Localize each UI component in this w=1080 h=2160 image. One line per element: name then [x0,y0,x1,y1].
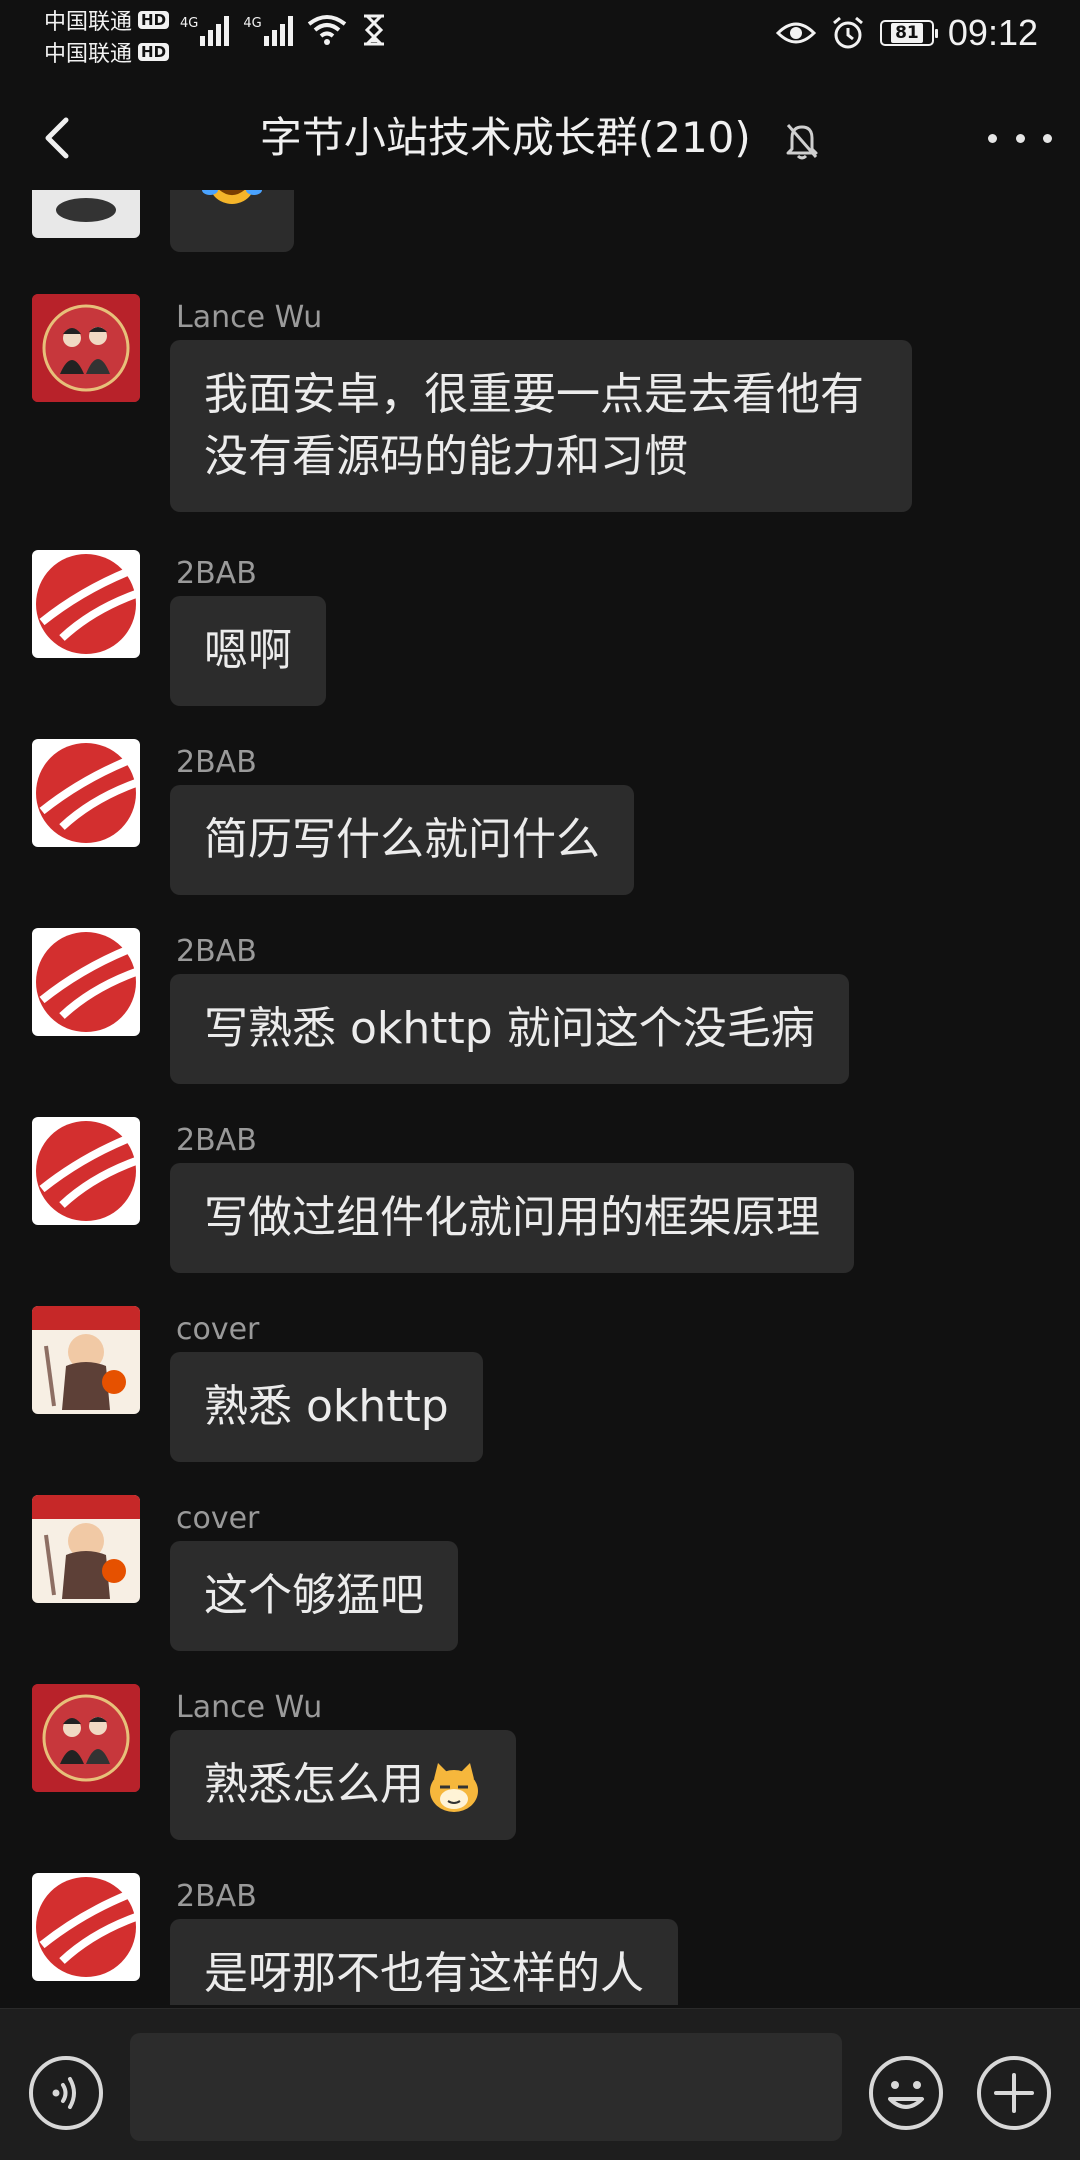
avatar-lance-wu[interactable] [32,294,140,402]
message-bubble-emoji[interactable] [170,190,294,252]
message-bubble[interactable]: 写熟悉 okhttp 就问这个没毛病 [170,974,849,1084]
signal-group: 4G 4G [180,14,387,46]
sender-name: cover [176,1312,260,1347]
more-options-button[interactable] [988,118,1052,158]
avatar-lance-wu[interactable] [32,1684,140,1792]
dot-icon [1043,133,1052,143]
status-bar: 中国联通 HD 中国联通 HD 4G 4G 81 09:12 [0,0,1080,70]
title-area: 字节小站技术成长群(210) [0,108,1080,168]
sly-cat-emoji-icon [430,1763,478,1812]
dot-icon [988,133,997,143]
message-text: 熟悉怎么用 [204,1759,424,1810]
message-bubble[interactable]: 写做过组件化就问用的框架原理 [170,1163,854,1273]
smiley-icon [869,2056,943,2130]
avatar-cover[interactable] [32,1306,140,1414]
sender-name: 2BAB [176,934,257,969]
message-list[interactable]: Lance Wu 我面安卓，很重要一点是去看他有没有看源码的能力和习惯 2BAB… [0,190,1080,2005]
status-right: 81 09:12 [775,12,1038,54]
carrier-line-2: 中国联通 HD [44,36,170,68]
dot-icon [1015,133,1025,143]
signal-icon-2: 4G [243,16,293,46]
sender-name: Lance Wu [176,300,323,335]
message-bubble[interactable]: 简历写什么就问什么 [170,785,634,895]
network-type-2: 4G [243,16,262,31]
voice-input-button[interactable] [28,2055,104,2131]
group-title: 字节小站技术成长群(210) [259,113,751,162]
avatar-2bab[interactable] [32,928,140,1036]
sender-name: 2BAB [176,745,257,780]
carrier-info: 中国联通 HD 中国联通 HD [44,4,170,68]
message-bubble[interactable]: 这个够猛吧 [170,1541,458,1651]
hd-badge-1: HD [138,11,170,29]
plus-icon [977,2056,1051,2130]
sender-name: 2BAB [176,1123,257,1158]
input-bar [0,2008,1080,2160]
clock: 09:12 [947,12,1038,53]
carrier-name-1: 中国联通 [44,10,133,35]
sender-name: cover [176,1501,260,1536]
network-type-1: 4G [180,16,199,31]
avatar-2bab[interactable] [32,550,140,658]
alarm-icon [832,16,863,49]
message-bubble[interactable]: 嗯啊 [170,596,326,706]
avatar-2bab[interactable] [32,1873,140,1981]
bell-mute-icon [786,123,818,159]
emoji-button[interactable] [868,2055,944,2131]
battery-indicator: 81 [879,20,938,46]
avatar[interactable] [32,190,140,238]
message-bubble[interactable]: 熟悉怎么用 [170,1730,516,1840]
voice-icon [29,2056,103,2130]
chat-header: 字节小站技术成长群(210) [0,90,1080,186]
message-bubble[interactable]: 我面安卓，很重要一点是去看他有没有看源码的能力和习惯 [170,340,912,512]
avatar-cover[interactable] [32,1495,140,1603]
carrier-line-1: 中国联通 HD [44,4,170,36]
message-bubble[interactable]: 熟悉 okhttp [170,1352,483,1462]
eye-icon [775,22,816,44]
chat-screen: 中国联通 HD 中国联通 HD 4G 4G 81 09:12 字节小站技术成长群… [0,0,1080,2160]
message-bubble[interactable]: 是呀那不也有这样的人 [170,1919,678,2005]
avatar-2bab[interactable] [32,1117,140,1225]
hourglass-icon [363,14,384,46]
message-input[interactable] [130,2033,842,2141]
wifi-icon [307,15,346,45]
sender-name: 2BAB [176,1879,257,1914]
crying-laughing-emoji-icon [202,190,262,204]
sender-name: Lance Wu [176,1690,323,1725]
battery-level: 81 [891,23,923,43]
sender-name: 2BAB [176,556,257,591]
avatar-2bab[interactable] [32,739,140,847]
more-functions-button[interactable] [976,2055,1052,2131]
hd-badge-2: HD [138,43,170,61]
carrier-name-2: 中国联通 [44,42,133,67]
signal-icon-1: 4G [180,16,230,46]
